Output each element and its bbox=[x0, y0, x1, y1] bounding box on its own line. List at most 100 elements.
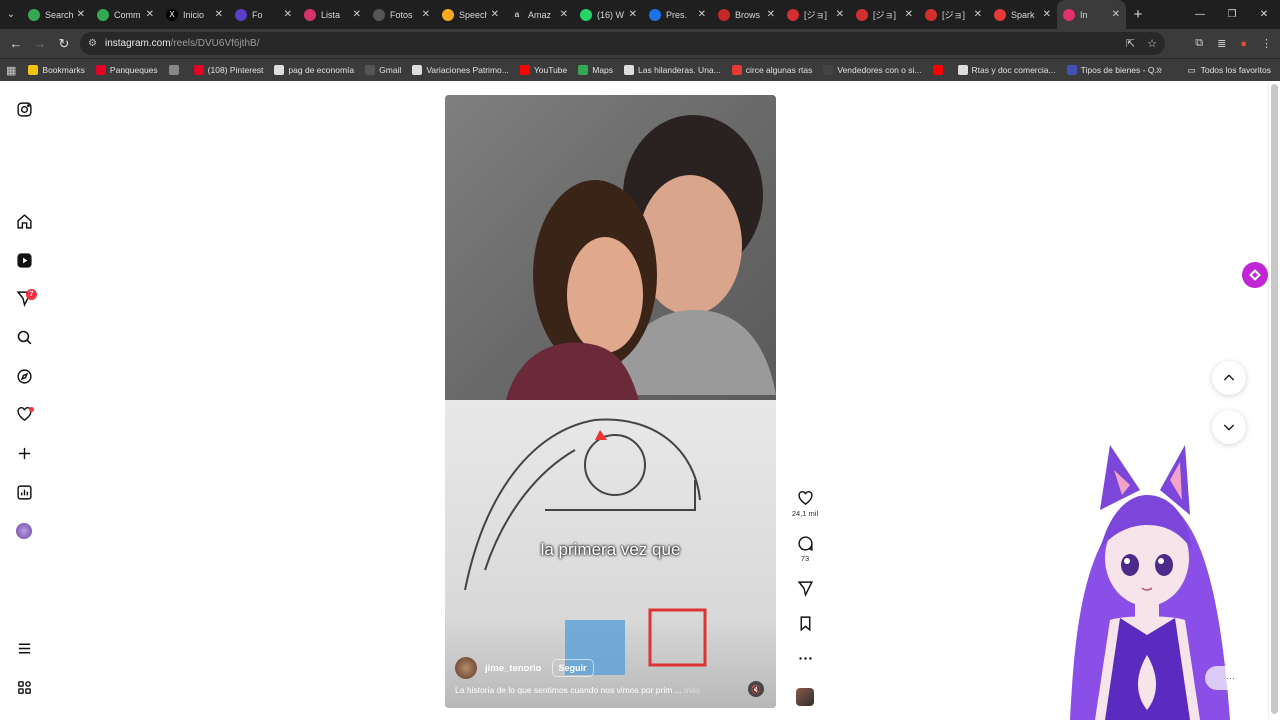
floating-extension-button[interactable] bbox=[1242, 262, 1268, 288]
browser-tab[interactable]: Fotos ✕ bbox=[367, 0, 436, 29]
tab-title: Amaz bbox=[528, 9, 552, 20]
bookmark-item[interactable]: Vendedores con o si... bbox=[823, 65, 922, 75]
browser-tab[interactable]: Pres. ✕ bbox=[643, 0, 712, 29]
menu-icon[interactable]: ⋮ bbox=[1261, 37, 1272, 50]
share-icon[interactable] bbox=[797, 580, 814, 597]
author-avatar[interactable] bbox=[455, 657, 477, 679]
audio-thumbnail[interactable] bbox=[796, 688, 814, 706]
bookmark-item[interactable]: Panqueques bbox=[95, 65, 158, 75]
tab-close-icon[interactable]: ✕ bbox=[491, 9, 499, 20]
browser-tab[interactable]: Search ✕ bbox=[22, 0, 91, 29]
reels-icon[interactable] bbox=[14, 250, 34, 270]
tab-close-icon[interactable]: ✕ bbox=[284, 9, 292, 20]
apps-icon[interactable]: ▦ bbox=[6, 64, 16, 77]
tab-close-icon[interactable]: ✕ bbox=[836, 9, 844, 20]
browser-tab[interactable]: X Inicio ✕ bbox=[160, 0, 229, 29]
comment-icon[interactable] bbox=[797, 535, 814, 552]
bookmark-item[interactable] bbox=[168, 65, 183, 75]
tab-close-icon[interactable]: ✕ bbox=[146, 9, 154, 20]
tab-close-icon[interactable]: ✕ bbox=[767, 9, 775, 20]
minimize-icon[interactable]: — bbox=[1184, 0, 1216, 29]
bookmark-item[interactable]: Las hilanderas. Una... bbox=[624, 65, 721, 75]
next-reel-button[interactable] bbox=[1212, 410, 1246, 444]
reel-caption[interactable]: La historia de lo que sentimos cuando no… bbox=[455, 685, 700, 695]
bookmark-item[interactable]: Bookmarks bbox=[28, 65, 85, 75]
tab-close-icon[interactable]: ✕ bbox=[215, 9, 223, 20]
browser-tab[interactable]: In ✕ bbox=[1057, 0, 1126, 29]
bookmark-item[interactable] bbox=[932, 65, 947, 75]
bookmark-icon[interactable] bbox=[797, 615, 814, 632]
explore-icon[interactable] bbox=[14, 366, 34, 386]
bookmark-item[interactable]: Tipos de bienes - Q... bbox=[1066, 65, 1162, 75]
browser-tab[interactable]: [ジョ] ✕ bbox=[919, 0, 988, 29]
forward-icon[interactable]: → bbox=[28, 36, 52, 51]
previous-reel-button[interactable] bbox=[1212, 361, 1246, 395]
browser-tab[interactable]: a Amaz ✕ bbox=[505, 0, 574, 29]
browser-tab[interactable]: [ジョ] ✕ bbox=[781, 0, 850, 29]
address-bar[interactable]: ⚙ instagram.com/reels/DVU6Vf6jthB/ ⇱ ☆ bbox=[80, 32, 1165, 55]
tab-close-icon[interactable]: ✕ bbox=[905, 9, 913, 20]
caption-more-link[interactable]: más bbox=[684, 685, 700, 695]
tab-close-icon[interactable]: ✕ bbox=[353, 9, 361, 20]
tab-close-icon[interactable]: ✕ bbox=[560, 9, 568, 20]
restore-icon[interactable]: ❐ bbox=[1216, 0, 1248, 29]
tab-close-icon[interactable]: ✕ bbox=[422, 9, 430, 20]
bookmark-favicon-icon bbox=[95, 65, 106, 75]
bookmark-item[interactable]: pag de economía bbox=[274, 65, 354, 75]
profile-icon[interactable]: ● bbox=[1240, 38, 1247, 50]
media-icon[interactable]: ≣ bbox=[1217, 37, 1226, 50]
home-icon[interactable] bbox=[14, 211, 34, 231]
browser-tab[interactable]: [ジョ] ✕ bbox=[850, 0, 919, 29]
browser-tab[interactable]: (16) W ✕ bbox=[574, 0, 643, 29]
page-scrollbar[interactable] bbox=[1268, 82, 1280, 720]
bookmark-label: Las hilanderas. Una... bbox=[638, 65, 721, 75]
tab-close-icon[interactable]: ✕ bbox=[698, 9, 706, 20]
tab-favicon-icon bbox=[304, 8, 316, 21]
reel-video[interactable]: la primera vez que jime_tenorio Seguir L… bbox=[445, 95, 776, 708]
close-window-icon[interactable]: ✕ bbox=[1248, 0, 1280, 29]
bookmark-item[interactable]: Variaciones Patrimo... bbox=[412, 65, 509, 75]
extensions-icon[interactable]: ⧉ bbox=[1195, 37, 1203, 50]
bookmark-item[interactable]: (108) Pinterest bbox=[193, 65, 263, 75]
bookmark-item[interactable]: Gmail bbox=[365, 65, 401, 75]
browser-tab[interactable]: Comm ✕ bbox=[91, 0, 160, 29]
browser-tab[interactable]: Spark ✕ bbox=[988, 0, 1057, 29]
more-dots-icon[interactable] bbox=[797, 650, 814, 667]
bookmarks-overflow-icon[interactable]: » bbox=[1156, 59, 1162, 82]
instagram-logo-icon[interactable] bbox=[14, 99, 34, 119]
tab-search-dropdown[interactable]: ⌄ bbox=[0, 9, 22, 20]
create-plus-icon[interactable] bbox=[14, 443, 34, 463]
browser-tab[interactable]: Lista ✕ bbox=[298, 0, 367, 29]
overlay-options-button[interactable]: ··· bbox=[1205, 666, 1241, 690]
tab-close-icon[interactable]: ✕ bbox=[629, 9, 637, 20]
bookmark-item[interactable]: Maps bbox=[578, 65, 613, 75]
like-heart-icon[interactable] bbox=[797, 490, 814, 507]
browser-tab[interactable]: Fo ✕ bbox=[229, 0, 298, 29]
more-menu-icon[interactable] bbox=[14, 638, 34, 658]
bookmark-item[interactable]: YouTube bbox=[519, 65, 567, 75]
bookmark-star-icon[interactable]: ☆ bbox=[1147, 37, 1157, 50]
browser-tab[interactable]: Brows ✕ bbox=[712, 0, 781, 29]
bookmark-item[interactable]: circe algunas rtas bbox=[731, 65, 812, 75]
all-bookmarks[interactable]: ▭ Todos los favoritos bbox=[1188, 59, 1271, 82]
mute-icon[interactable]: 🔇 bbox=[748, 681, 764, 697]
new-tab-button[interactable]: + bbox=[1126, 6, 1150, 23]
back-icon[interactable]: ← bbox=[4, 36, 28, 51]
scrollbar-thumb[interactable] bbox=[1271, 84, 1278, 714]
profile-avatar[interactable] bbox=[14, 521, 34, 541]
follow-button[interactable]: Seguir bbox=[551, 659, 594, 677]
reload-icon[interactable]: ↻ bbox=[52, 36, 76, 52]
tab-close-icon[interactable]: ✕ bbox=[974, 9, 982, 20]
site-info-icon[interactable]: ⚙ bbox=[88, 38, 97, 49]
tab-close-icon[interactable]: ✕ bbox=[1112, 9, 1120, 20]
also-from-meta-icon[interactable] bbox=[14, 677, 34, 697]
install-app-icon[interactable]: ⇱ bbox=[1126, 37, 1135, 50]
browser-tab[interactable]: Speech ✕ bbox=[436, 0, 505, 29]
bookmark-label: Maps bbox=[592, 65, 614, 75]
tab-close-icon[interactable]: ✕ bbox=[1043, 9, 1051, 20]
bookmark-item[interactable]: Rtas y doc comercia... bbox=[957, 65, 1056, 75]
author-username[interactable]: jime_tenorio bbox=[485, 663, 542, 674]
dashboard-icon[interactable] bbox=[14, 482, 34, 502]
tab-close-icon[interactable]: ✕ bbox=[77, 9, 85, 20]
search-icon[interactable] bbox=[14, 327, 34, 347]
